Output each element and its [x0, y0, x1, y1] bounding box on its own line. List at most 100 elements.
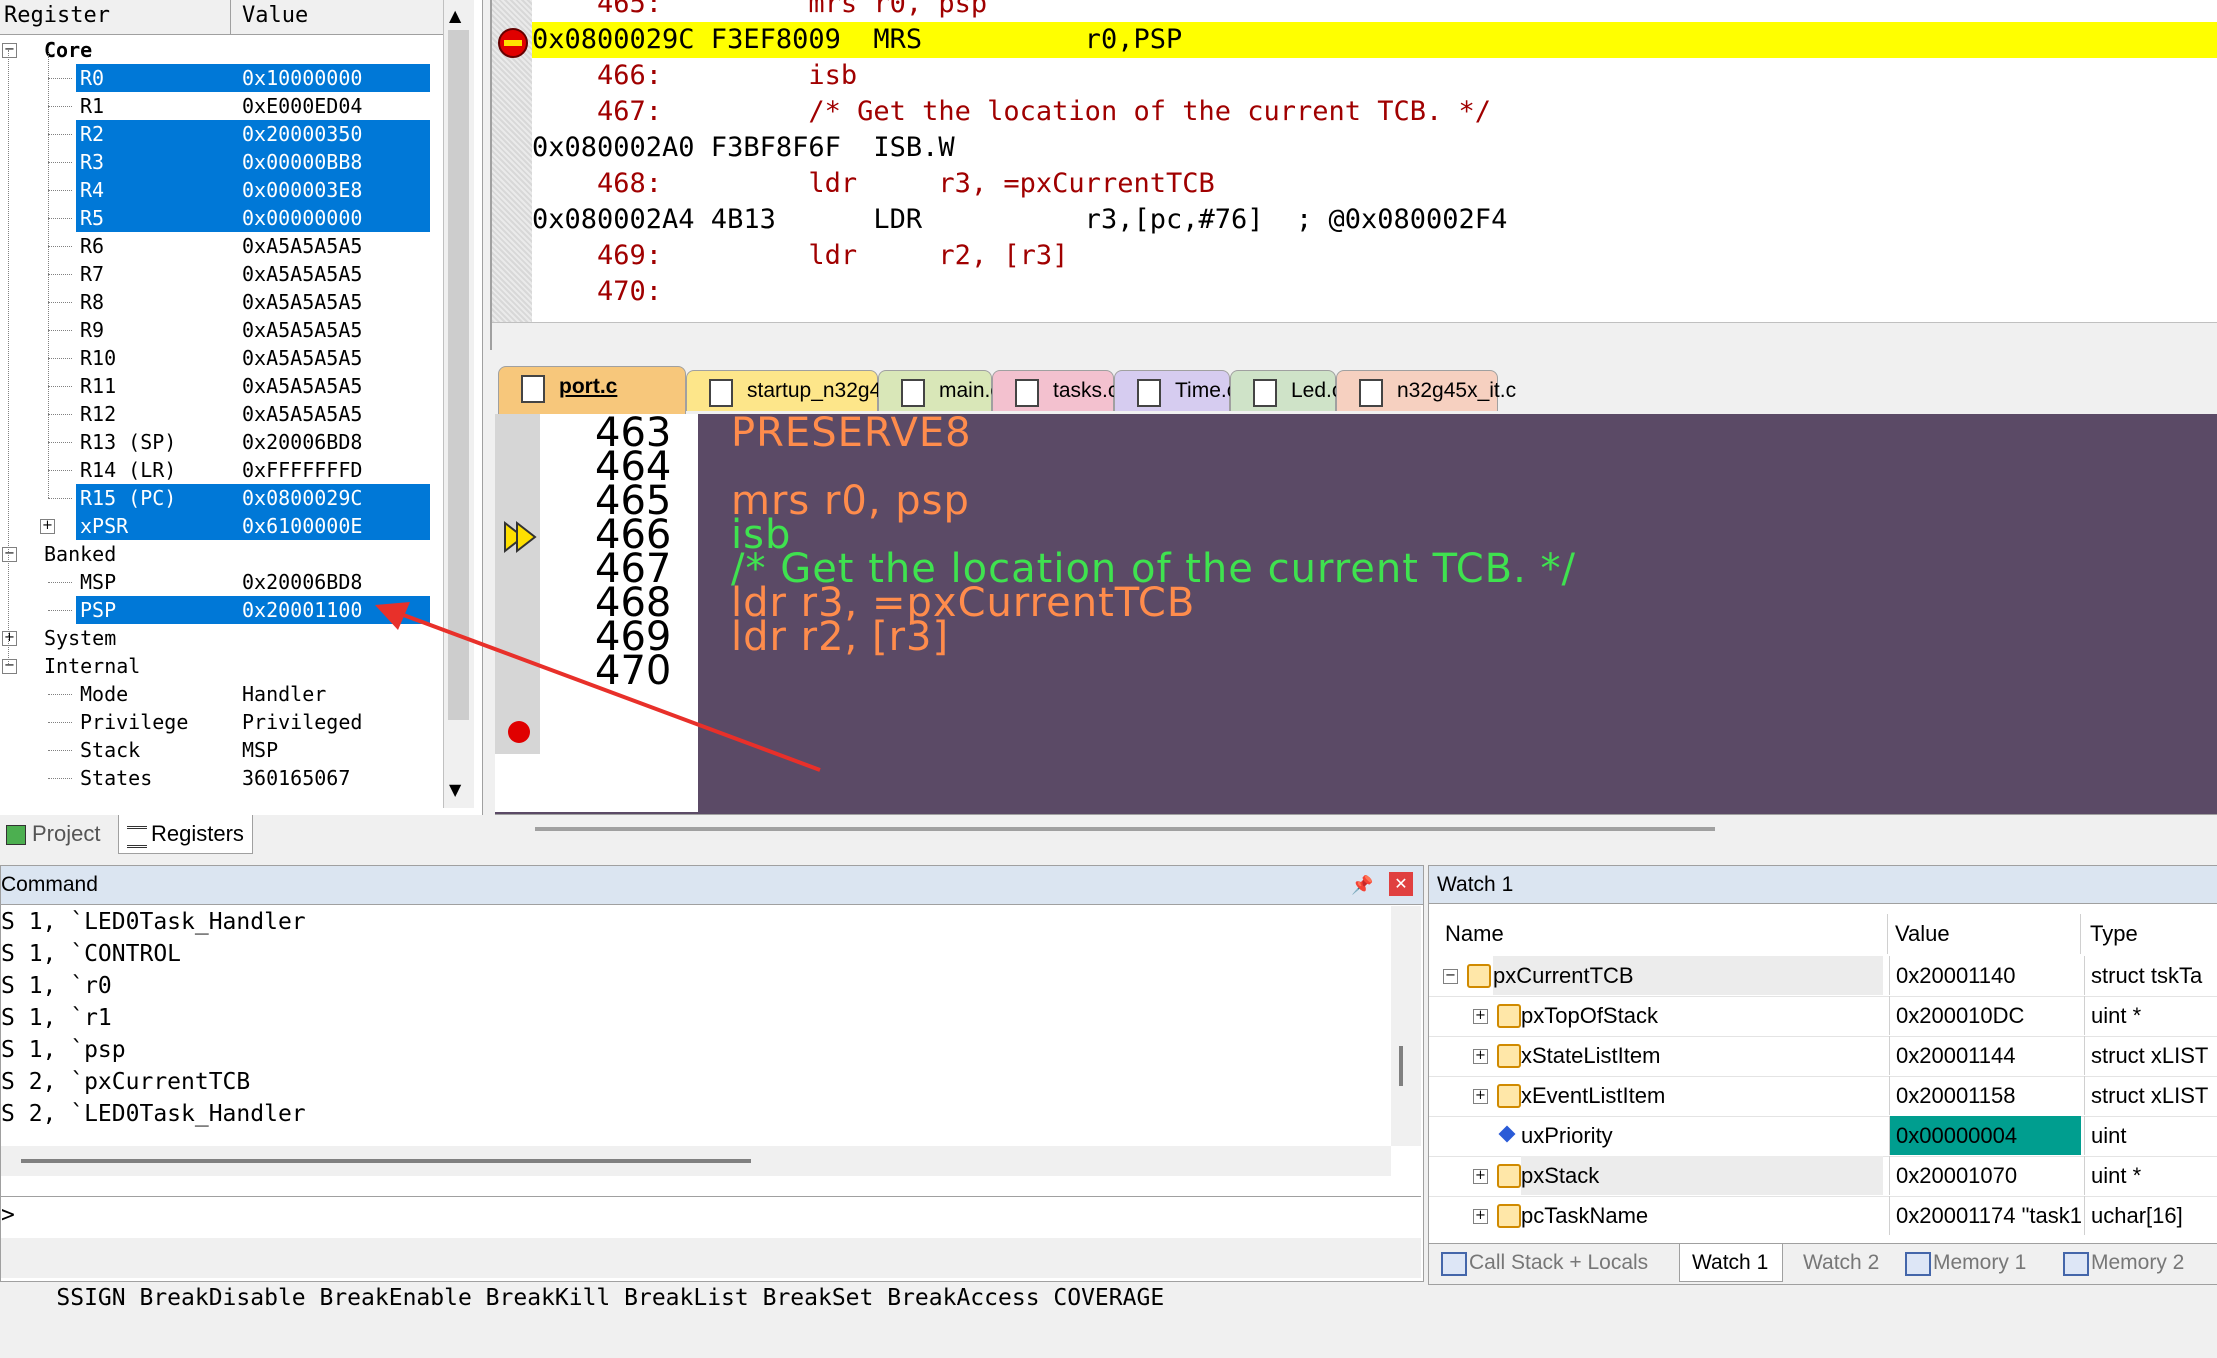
watch-value[interactable]: 0x20001174 "task1" — [1889, 1196, 2081, 1235]
tab-watch-2[interactable]: Watch 2 — [1791, 1244, 1893, 1282]
register-value[interactable]: 0xA5A5A5A5 — [230, 400, 430, 428]
register-row[interactable]: − Banked — [0, 540, 440, 568]
register-value[interactable]: 0xA5A5A5A5 — [230, 344, 430, 372]
watch-value[interactable]: 0x20001070 — [1889, 1156, 2081, 1195]
expand-icon[interactable]: + — [1473, 1009, 1488, 1024]
command-hscroll-thumb[interactable] — [21, 1159, 751, 1163]
close-icon[interactable]: ✕ — [1389, 872, 1413, 896]
register-row[interactable]: R13 (SP) 0x20006BD8 — [0, 428, 440, 456]
register-row[interactable]: R14 (LR) 0xFFFFFFFD — [0, 456, 440, 484]
register-value[interactable]: 0xA5A5A5A5 — [230, 260, 430, 288]
register-row[interactable]: − Core — [0, 36, 440, 64]
register-value[interactable]: 0x000003E8 — [230, 176, 430, 204]
command-vscroll[interactable] — [1391, 906, 1421, 1146]
watch-row[interactable]: + xStateListItem 0x20001144 struct xLIST — [1429, 1036, 2217, 1077]
watch-row[interactable]: + pxStack 0x20001070 uint * — [1429, 1156, 2217, 1197]
register-row[interactable]: R5 0x00000000 — [0, 204, 440, 232]
register-value[interactable]: 0x00000000 — [230, 204, 430, 232]
tab-call-stack-locals[interactable]: Call Stack + Locals — [1435, 1244, 1667, 1282]
collapse-icon[interactable]: − — [2, 43, 17, 58]
expand-icon[interactable]: + — [1473, 1209, 1488, 1224]
register-value[interactable]: 0x20006BD8 — [230, 428, 430, 456]
scroll-up-icon[interactable]: ▲ — [449, 6, 461, 25]
command-vscroll-thumb[interactable] — [1399, 1046, 1403, 1086]
register-row[interactable]: R7 0xA5A5A5A5 — [0, 260, 440, 288]
command-hscroll[interactable] — [1, 1146, 1391, 1176]
expand-icon[interactable]: + — [40, 519, 55, 534]
tab-registers[interactable]: Registers — [118, 815, 253, 854]
tab-project[interactable]: Project — [0, 815, 108, 853]
command-input[interactable]: > — [1, 1196, 1421, 1233]
expand-icon[interactable]: + — [2, 631, 17, 646]
watch-value-header[interactable]: Value — [1889, 914, 2081, 954]
watch-row[interactable]: uxPriority 0x00000004 uint — [1429, 1116, 2217, 1157]
file-tab[interactable]: Time.c — [1114, 370, 1237, 411]
watch-row[interactable]: − pxCurrentTCB 0x20001140 struct tskTa — [1429, 956, 2217, 997]
editor-hscrollbar[interactable] — [495, 814, 2217, 853]
register-row[interactable]: R2 0x20000350 — [0, 120, 440, 148]
source-line[interactable]: 467: /* Get the location of the current … — [532, 94, 2217, 130]
register-row[interactable]: R9 0xA5A5A5A5 — [0, 316, 440, 344]
expand-icon[interactable]: + — [1473, 1089, 1488, 1104]
register-row[interactable]: R0 0x10000000 — [0, 64, 440, 92]
register-row[interactable]: R10 0xA5A5A5A5 — [0, 344, 440, 372]
asm-line[interactable]: 0x0800029C F3EF8009 MRS r0,PSP — [532, 22, 2217, 58]
file-tab[interactable]: tasks.c — [992, 370, 1118, 411]
tab-watch-1[interactable]: Watch 1 — [1679, 1244, 1783, 1282]
file-tab[interactable]: Led.c — [1230, 370, 1342, 411]
register-value[interactable]: 0xA5A5A5A5 — [230, 288, 430, 316]
register-value[interactable]: 0xA5A5A5A5 — [230, 372, 430, 400]
watch-value[interactable]: 0x20001140 — [1889, 956, 2081, 995]
register-row[interactable]: R12 0xA5A5A5A5 — [0, 400, 440, 428]
register-value[interactable]: 0xFFFFFFFD — [230, 456, 430, 484]
header-divider[interactable] — [230, 0, 231, 34]
editor-hscroll-thumb[interactable] — [535, 827, 1715, 831]
register-value[interactable]: 0x0800029C — [230, 484, 430, 512]
watch-row[interactable]: + pcTaskName 0x20001174 "task1" uchar[16] — [1429, 1196, 2217, 1236]
watch-type-header[interactable]: Type — [2084, 914, 2217, 954]
register-column-header[interactable]: Register — [4, 3, 110, 28]
expand-icon[interactable]: + — [1473, 1049, 1488, 1064]
source-line[interactable]: 468: ldr r3, =pxCurrentTCB — [532, 166, 2217, 202]
watch-row[interactable]: + pxTopOfStack 0x200010DC uint * — [1429, 996, 2217, 1037]
register-value[interactable]: 0xA5A5A5A5 — [230, 232, 430, 260]
watch-value[interactable]: 0x00000004 — [1889, 1116, 2081, 1155]
disassembly-hscroll[interactable] — [492, 322, 2217, 351]
register-value[interactable]: 0x10000000 — [230, 64, 430, 92]
watch-name-header[interactable]: Name — [1439, 914, 1888, 954]
register-row[interactable]: + xPSR 0x6100000E — [0, 512, 440, 540]
expand-icon[interactable]: + — [1473, 1169, 1488, 1184]
tab-memory-1[interactable]: Memory 1 — [1899, 1244, 2049, 1282]
source-line[interactable]: 469: ldr r2, [r3] — [532, 238, 2217, 274]
source-line[interactable]: 466: isb — [532, 58, 2217, 94]
watch-row[interactable]: + xEventListItem 0x20001158 struct xLIST — [1429, 1076, 2217, 1117]
register-value[interactable]: 0x20000350 — [230, 120, 430, 148]
source-line[interactable]: 465: mrs r0, psp — [532, 0, 2217, 22]
register-row[interactable]: R3 0x00000BB8 — [0, 148, 440, 176]
register-value[interactable]: 0xA5A5A5A5 — [230, 316, 430, 344]
register-row[interactable]: R4 0x000003E8 — [0, 176, 440, 204]
asm-line[interactable]: 0x080002A4 4B13 LDR r3,[pc,#76] ; @0x080… — [532, 202, 2217, 238]
register-row[interactable]: R8 0xA5A5A5A5 — [0, 288, 440, 316]
collapse-icon[interactable]: − — [2, 547, 17, 562]
file-tab[interactable]: startup_n32g45x.s — [686, 370, 920, 411]
code-line[interactable]: PRESERVE8 — [731, 410, 972, 456]
register-row[interactable]: R6 0xA5A5A5A5 — [0, 232, 440, 260]
collapse-icon[interactable]: − — [2, 659, 17, 674]
register-row[interactable]: R11 0xA5A5A5A5 — [0, 372, 440, 400]
register-value[interactable]: 0x6100000E — [230, 512, 430, 540]
watch-value[interactable]: 0x200010DC — [1889, 996, 2081, 1035]
tab-memory-2[interactable]: Memory 2 — [2057, 1244, 2217, 1282]
source-line[interactable]: 470: — [532, 274, 2217, 310]
collapse-icon[interactable]: − — [1443, 969, 1458, 984]
value-column-header[interactable]: Value — [242, 3, 308, 28]
pin-icon[interactable]: 📌 — [1351, 866, 1373, 904]
register-value[interactable]: 0xE000ED04 — [230, 92, 430, 120]
file-tab[interactable]: main.c — [878, 370, 1001, 411]
register-row[interactable]: R1 0xE000ED04 — [0, 92, 440, 120]
watch-value[interactable]: 0x20001158 — [1889, 1076, 2081, 1115]
watch-value[interactable]: 0x20001144 — [1889, 1036, 2081, 1075]
register-row[interactable]: R15 (PC) 0x0800029C — [0, 484, 440, 512]
file-tab[interactable]: port.c — [498, 366, 686, 415]
file-tab[interactable]: n32g45x_it.c — [1336, 370, 1516, 411]
